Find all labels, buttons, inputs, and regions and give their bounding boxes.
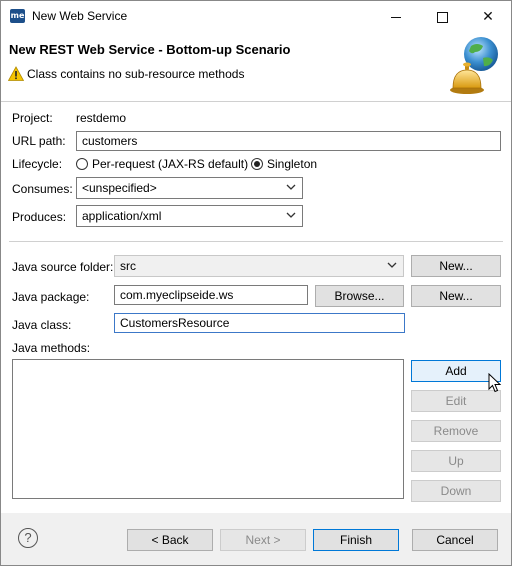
consumes-value: <unspecified> <box>82 181 157 195</box>
url-path-label: URL path: <box>12 134 66 148</box>
chevron-down-icon <box>286 212 296 218</box>
lifecycle-per-request-label[interactable]: Per-request (JAX-RS default) <box>92 157 248 171</box>
radio-selected-dot <box>254 161 260 167</box>
remove-method-button[interactable]: Remove <box>411 420 501 442</box>
produces-value: application/xml <box>82 209 162 223</box>
source-folder-new-button[interactable]: New... <box>411 255 501 277</box>
source-folder-value: src <box>120 259 136 273</box>
wizard-header: New REST Web Service - Bottom-up Scenari… <box>1 31 511 101</box>
url-path-input[interactable]: customers <box>76 131 501 151</box>
button-bar: ? < Back Next > Finish Cancel <box>1 513 511 565</box>
new-web-service-dialog: me New Web Service ✕ New REST Web Servic… <box>0 0 512 566</box>
header-message: Class contains no sub-resource methods <box>27 67 245 81</box>
consumes-label: Consumes: <box>12 182 73 196</box>
title-bar[interactable]: me New Web Service ✕ <box>1 1 511 31</box>
lifecycle-label: Lifecycle: <box>12 157 63 171</box>
maximize-icon <box>436 11 448 23</box>
minimize-icon <box>391 16 401 18</box>
mouse-pointer-icon <box>488 373 502 393</box>
warning-icon <box>8 66 24 81</box>
methods-label: Java methods: <box>12 341 91 355</box>
project-label: Project: <box>12 111 53 125</box>
web-service-wizard-icon <box>450 37 498 94</box>
section-separator <box>9 241 503 242</box>
project-value: restdemo <box>76 111 127 125</box>
window-title: New Web Service <box>32 9 128 23</box>
lifecycle-singleton-label[interactable]: Singleton <box>267 157 317 171</box>
maximize-button[interactable] <box>419 1 465 31</box>
edit-method-button[interactable]: Edit <box>411 390 501 412</box>
down-method-button[interactable]: Down <box>411 480 501 502</box>
next-button[interactable]: Next > <box>220 529 306 551</box>
chevron-down-icon <box>387 262 397 268</box>
lifecycle-per-request-radio[interactable] <box>76 158 88 170</box>
source-folder-dropdown[interactable]: src <box>114 255 404 277</box>
close-icon: ✕ <box>482 8 494 24</box>
myeclipse-app-icon: me <box>10 9 25 23</box>
methods-list[interactable] <box>12 359 404 499</box>
header-separator <box>1 101 511 102</box>
class-label: Java class: <box>12 318 72 332</box>
package-label: Java package: <box>12 290 90 304</box>
finish-button[interactable]: Finish <box>313 529 399 551</box>
lifecycle-singleton-radio[interactable] <box>251 158 263 170</box>
produces-label: Produces: <box>12 210 67 224</box>
class-name-input[interactable]: CustomersResource <box>114 313 405 333</box>
up-method-button[interactable]: Up <box>411 450 501 472</box>
back-button[interactable]: < Back <box>127 529 213 551</box>
chevron-down-icon <box>286 184 296 190</box>
package-browse-button[interactable]: Browse... <box>315 285 404 307</box>
consumes-dropdown[interactable]: <unspecified> <box>76 177 303 199</box>
package-new-button[interactable]: New... <box>411 285 501 307</box>
minimize-button[interactable] <box>373 1 419 31</box>
page-title: New REST Web Service - Bottom-up Scenari… <box>9 42 291 57</box>
help-button[interactable]: ? <box>18 528 38 548</box>
close-button[interactable]: ✕ <box>465 1 511 31</box>
package-input[interactable]: com.myeclipseide.ws <box>114 285 308 305</box>
source-folder-label: Java source folder: <box>12 260 114 274</box>
produces-dropdown[interactable]: application/xml <box>76 205 303 227</box>
cancel-button[interactable]: Cancel <box>412 529 498 551</box>
